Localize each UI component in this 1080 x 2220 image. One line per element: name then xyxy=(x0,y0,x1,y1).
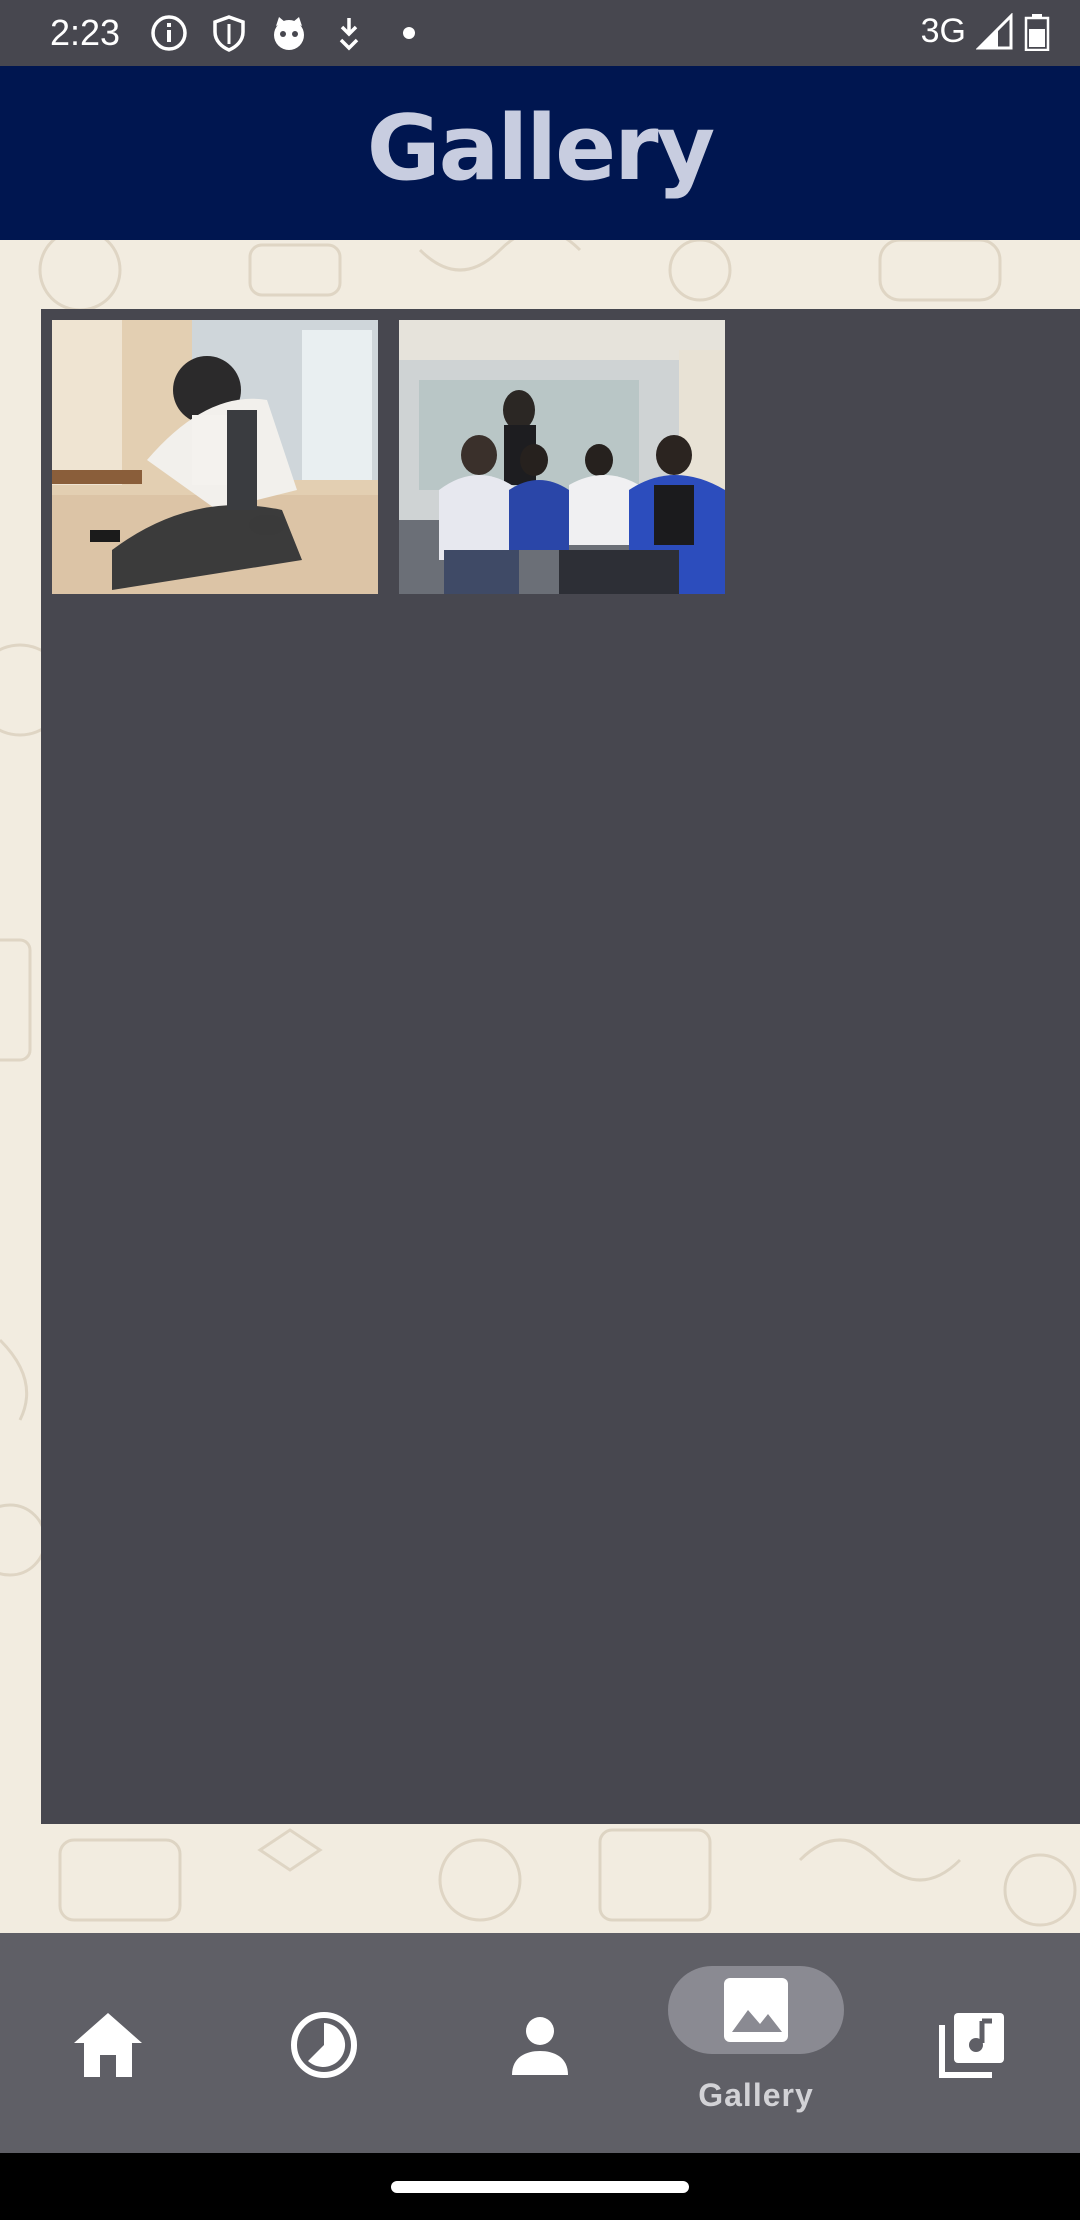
system-navigation-bar xyxy=(0,2153,1080,2220)
photo-thumbnail xyxy=(399,320,725,594)
nav-gallery[interactable]: Gallery xyxy=(648,1933,864,2153)
photo-group-seated[interactable] xyxy=(399,320,725,594)
image-icon xyxy=(724,1978,788,2042)
nav-gallery-label: Gallery xyxy=(698,2077,814,2113)
battery-icon xyxy=(1024,13,1050,51)
status-notification-icons xyxy=(150,14,428,52)
nav-profile[interactable] xyxy=(432,1933,648,2153)
info-icon xyxy=(150,14,188,52)
home-gesture-handle[interactable] xyxy=(391,2181,689,2193)
person-icon xyxy=(512,2017,568,2075)
dot-icon xyxy=(390,14,428,52)
nav-home[interactable] xyxy=(0,1933,216,2153)
photo-man-with-phone[interactable] xyxy=(52,320,378,594)
photo-thumbnail xyxy=(52,320,378,594)
cat-face-icon xyxy=(270,14,308,52)
network-type: 3G xyxy=(920,12,966,50)
home-icon xyxy=(74,2013,142,2077)
bottom-navigation: Gallery xyxy=(0,1933,1080,2153)
nav-history[interactable] xyxy=(216,1933,432,2153)
gallery-grid xyxy=(41,309,1080,1824)
music-library-icon xyxy=(939,2013,1004,2078)
signal-icon xyxy=(976,12,1013,49)
clock-pie-icon xyxy=(291,2012,357,2078)
download-icon xyxy=(330,14,368,52)
status-bar: 2:23 3G xyxy=(0,0,1080,66)
status-time: 2:23 xyxy=(50,12,121,53)
status-right: 3G xyxy=(921,12,1050,51)
app-bar: Gallery xyxy=(0,66,1080,240)
shield-icon xyxy=(210,14,248,52)
page-title: Gallery xyxy=(366,96,715,201)
nav-music[interactable] xyxy=(864,1933,1080,2153)
